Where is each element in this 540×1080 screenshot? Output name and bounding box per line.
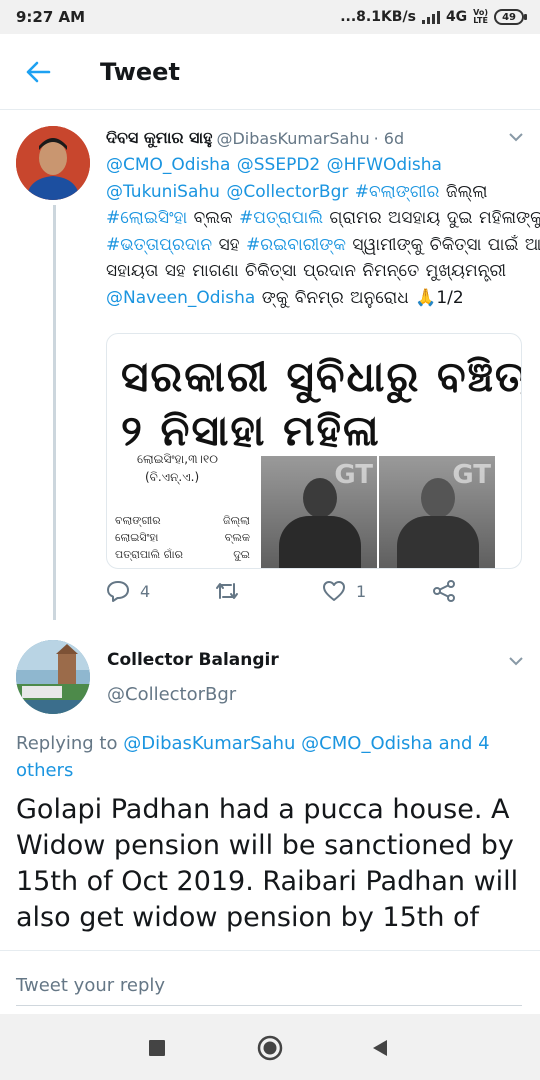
mention-or-hashtag-link[interactable]: @TukuniSahu @CollectorBgr #ବଲାଙ୍ଗୀର [106, 182, 446, 202]
tweet-text-run: ସ୍ୱାମୀଙ୍କୁ ଚିକିତ୍ସା ପାଇଁ ଆର୍ଥିକ [352, 234, 540, 255]
tweet-text: Golapi Padhan had a pucca house. A Widow… [16, 794, 519, 933]
author-name[interactable]: ଦିବସ କୁମାର ସାହୁ [106, 128, 212, 148]
reply-icon [107, 581, 129, 602]
signal-icon [421, 10, 440, 24]
back-triangle-icon[interactable] [371, 1038, 389, 1058]
tweet-header: Tweet [0, 34, 540, 110]
column-line: ଦୁଇ [233, 548, 250, 561]
tweet-content: ଦିବସ କୁମାର ସାହୁ @DibasKumarSahu · 6d @CM… [106, 124, 540, 311]
page-title: Tweet [100, 57, 180, 86]
chevron-down-icon[interactable] [508, 132, 524, 142]
profile-photo-icon [16, 126, 90, 200]
tweet-author-line: ଦିବସ କୁମାର ସାହୁ @DibasKumarSahu · 6d [106, 124, 526, 152]
system-nav-bar [0, 1014, 540, 1080]
reply-count: 4 [140, 581, 151, 601]
tweet-text-run: ସହ [218, 234, 246, 255]
mention-or-hashtag-link[interactable]: @CMO_Odisha @SSEPD2 @HFWOdisha [106, 155, 442, 175]
tweet-time: · 6d [373, 128, 405, 148]
column-line: ବ୍ଲକ [224, 531, 250, 544]
like-button[interactable]: 1 [322, 580, 366, 602]
newspaper-agency: (ବି.ଏନ୍.ଏ.) [145, 470, 200, 484]
battery-icon: 49 [494, 9, 527, 25]
back-button[interactable] [18, 52, 58, 92]
chevron-down-icon[interactable] [508, 656, 524, 666]
tweet-text-line: ସହାୟତା ସହ ମାଗଣା ଚିକିତ୍ସା ପ୍ରଦାନ ନିମନ୍ତେ … [106, 258, 530, 285]
replying-prefix: Replying to [16, 733, 124, 754]
column-line: ବଲାଙ୍ଗୀର [115, 514, 161, 527]
replying-to: Replying to @DibasKumarSahu @CMO_Odisha … [16, 730, 521, 784]
author-handle[interactable]: @DibasKumarSahu [216, 129, 369, 148]
newspaper-headline-2: ୨ ନିସାହା ମହିଳା [121, 406, 381, 455]
mention-or-hashtag-link[interactable]: #ରଇବାରୀଙ୍କ [246, 235, 352, 255]
retweet-icon [216, 583, 238, 599]
arrow-left-icon [26, 61, 51, 82]
mention-or-hashtag-link[interactable]: @Naveen_Odisha [106, 288, 262, 308]
share-icon [433, 580, 455, 602]
tweet-text-line: #ଲୋଇସିଂହା ବ୍ଲକ #ପତ୍ରାପାଲି ଗ୍ରାମର ଅସହାୟ ଦ… [106, 205, 540, 232]
mention-or-hashtag-link[interactable]: #ପତ୍ରାପାଲି [239, 208, 329, 228]
status-bar: 9:27 AM ...8.1KB/s 4G Vo) LTE 49 [0, 0, 540, 34]
mention-or-hashtag-link[interactable]: #ଲୋଇସିଂହା [106, 208, 194, 228]
mention-or-hashtag-link[interactable]: #ଭତ୍ତାପ୍ରଦାନ [106, 235, 219, 255]
column-line: ଜିଲ୍ଲା [223, 514, 250, 527]
avatar[interactable] [16, 126, 90, 200]
like-count: 1 [356, 581, 367, 601]
heart-icon [323, 581, 345, 601]
battery-level: 49 [502, 11, 516, 23]
tweet-text-run: ଙ୍କୁ ବିନମ୍ର ଅନୁରୋଧ 🙏1/2 [261, 287, 464, 308]
newspaper-dateline: ଲୋଇସିଂହା,୩।୧୦ [137, 452, 218, 466]
author-name[interactable]: Collector Balangir [107, 650, 279, 670]
tweet-text-line: #ଭତ୍ତାପ୍ରଦାନ ସହ #ରଇବାରୀଙ୍କ ସ୍ୱାମୀଙ୍କୁ ଚି… [106, 232, 540, 259]
tweet-actions: 4 1 [106, 580, 526, 610]
volte-icon: Vo) LTE [473, 8, 489, 25]
newspaper-headline-1: ସରକାରୀ ସୁବିଧାରୁ ବଞ୍ଚିତ୍ [121, 352, 522, 401]
network-type: 4G [445, 9, 468, 25]
tweet-text-run: ଜିଲ୍ଲା [445, 181, 488, 202]
watermark: GT [334, 460, 373, 490]
retweet-button[interactable] [214, 580, 250, 602]
tweet-media-image[interactable]: ସରକାରୀ ସୁବିଧାରୁ ବଞ୍ଚିତ୍ ୨ ନିସାହା ମହିଳା ଲ… [106, 333, 522, 569]
tweet-text-line: @Naveen_Odisha ଙ୍କୁ ବିନମ୍ର ଅନୁରୋଧ 🙏1/2 [106, 285, 530, 312]
reply-input[interactable]: Tweet your reply [16, 975, 165, 996]
tweet-text-run: ଗ୍ରାମର ଅସହାୟ ଦୁଇ ମହିଳାଙ୍କୁ [329, 208, 540, 228]
photo-woman-2: GT [379, 456, 495, 568]
input-underline [16, 1005, 522, 1006]
collector-profile-photo-icon [16, 640, 90, 714]
avatar[interactable] [16, 640, 90, 714]
status-time: 9:27 AM [16, 8, 86, 26]
tweet-text: @CMO_Odisha @SSEPD2 @HFWOdisha @TukuniSah… [106, 152, 540, 312]
tweet-text-line: @TukuniSahu @CollectorBgr #ବଲାଙ୍ଗୀର ଜିଲ୍… [106, 179, 530, 206]
tweet-text-line: @CMO_Odisha @SSEPD2 @HFWOdisha [106, 152, 530, 179]
reply-button[interactable]: 4 [106, 580, 150, 602]
tweet-text-run: ସହାୟତା ସହ ମାଗଣା ଚିକିତ୍ସା ପ୍ରଦାନ ନିମନ୍ତେ … [106, 261, 507, 281]
newspaper-column-right: ଜିଲ୍ଲା ବ୍ଲକ ଦୁଇ [223, 512, 250, 563]
recents-icon[interactable] [148, 1039, 166, 1057]
reply-composer: Tweet your reply [0, 950, 540, 1014]
column-line: ପତ୍ରାପାଲି ଗାଁର [115, 548, 183, 561]
share-button[interactable] [432, 580, 456, 602]
watermark: GT [452, 460, 491, 490]
author-handle[interactable]: @CollectorBgr [107, 684, 236, 705]
network-speed: ...8.1KB/s [340, 9, 416, 25]
home-icon[interactable] [257, 1035, 283, 1061]
newspaper-column-left: ବଲାଙ୍ଗୀର ଲୋଇସିଂହା ପତ୍ରାପାଲି ଗାଁର [115, 512, 183, 563]
photo-woman-1: GT [261, 456, 377, 568]
status-indicators: ...8.1KB/s 4G Vo) LTE 49 [340, 8, 527, 25]
tweet-text-run: ବ୍ଲକ [193, 208, 240, 228]
column-line: ଲୋଇସିଂହା [115, 531, 159, 544]
thread-connector [53, 205, 56, 620]
